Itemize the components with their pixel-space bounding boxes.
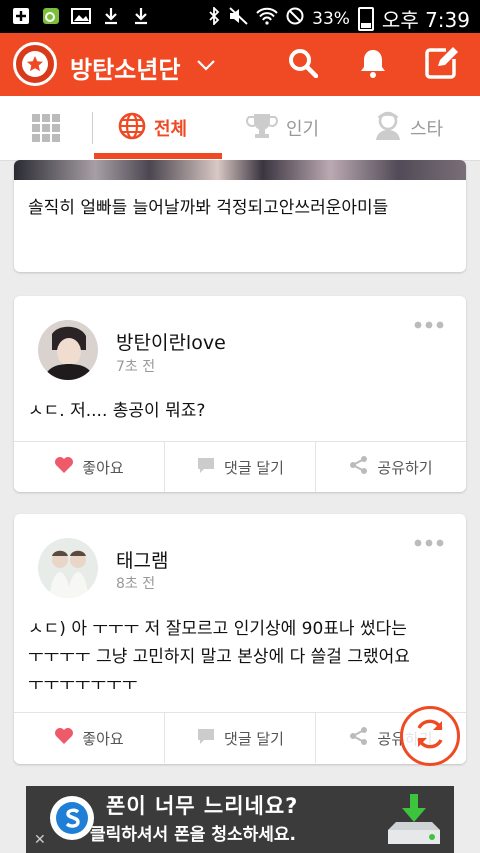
star-badge-icon xyxy=(22,51,48,77)
more-options-button[interactable] xyxy=(414,310,444,335)
add-icon xyxy=(10,6,32,26)
like-label: 좋아요 xyxy=(82,729,124,748)
compose-icon xyxy=(424,46,458,84)
app-badge-icon xyxy=(40,6,62,26)
comment-icon xyxy=(196,456,216,478)
avatar[interactable] xyxy=(38,538,98,598)
like-button[interactable]: 좋아요 xyxy=(14,713,165,763)
post-text-line: ㅅㄷ) 아 ㅜㅜㅜ 저 잘모르고 인기상에 90표나 썼다는 xyxy=(28,619,407,639)
grid-menu-button[interactable] xyxy=(32,114,60,146)
post-author[interactable]: 태그램 xyxy=(116,546,168,573)
compose-button[interactable] xyxy=(424,46,458,84)
share-icon xyxy=(349,455,369,479)
no-signal-icon xyxy=(286,7,304,30)
share-button[interactable]: 공유하기 xyxy=(316,442,466,492)
share-icon xyxy=(349,726,369,750)
globe-icon xyxy=(118,112,146,145)
search-icon xyxy=(288,48,319,82)
post-actions: 좋아요 댓글 달기 공유하기 xyxy=(14,712,466,763)
like-button[interactable]: 좋아요 xyxy=(14,442,165,492)
star-person-icon xyxy=(374,111,402,146)
cleaner-app-logo-icon xyxy=(50,796,94,840)
post-text-line: ㅜㅜㅜㅜㅜㅜㅜ xyxy=(28,675,138,695)
active-tab-indicator xyxy=(94,153,222,159)
comment-label: 댓글 달기 xyxy=(224,458,284,477)
mute-icon xyxy=(228,7,248,30)
app-bar: 방탄소년단 xyxy=(0,33,480,96)
post-card[interactable]: 솔직히 얼빠들 늘어날까봐 걱정되고안쓰러운아미들 xyxy=(14,160,466,272)
comment-label: 댓글 달기 xyxy=(224,729,284,748)
comment-button[interactable]: 댓글 달기 xyxy=(165,713,316,763)
refresh-button[interactable] xyxy=(400,706,460,766)
notifications-button[interactable] xyxy=(356,48,390,82)
avatar[interactable] xyxy=(38,320,98,380)
tab-label: 인기 xyxy=(286,119,320,140)
tab-all[interactable]: 전체 xyxy=(118,96,187,160)
refresh-icon xyxy=(412,716,448,756)
tab-star[interactable]: 스타 xyxy=(374,96,443,160)
post-actions: 좋아요 댓글 달기 공유하기 xyxy=(14,441,466,492)
download-icon xyxy=(100,6,122,26)
post-time: 7초 전 xyxy=(116,359,156,375)
heart-icon xyxy=(54,456,74,478)
more-dots-icon xyxy=(414,528,444,553)
tab-label: 스타 xyxy=(410,119,444,140)
post-text: 솔직히 얼빠들 늘어날까봐 걱정되고안쓰러운아미들 xyxy=(28,198,389,218)
comment-icon xyxy=(196,727,216,749)
community-title[interactable]: 방탄소년단 xyxy=(70,50,180,85)
trophy-icon xyxy=(246,112,278,145)
community-logo[interactable] xyxy=(13,42,57,86)
share-label: 공유하기 xyxy=(377,458,433,477)
post-time: 8초 전 xyxy=(116,576,156,592)
chevron-down-icon[interactable] xyxy=(196,57,216,76)
tab-label: 전체 xyxy=(154,119,188,140)
drive-download-icon xyxy=(384,792,444,852)
search-button[interactable] xyxy=(286,48,320,82)
ad-subline: 클릭하셔서 폰을 청소하세요. xyxy=(90,825,296,845)
post-text-line: ㅜㅜㅜㅜ 그냥 고민하지 말고 본상에 다 쓸걸 그랬어요 xyxy=(28,647,410,667)
more-dots-icon xyxy=(414,310,444,335)
post-photo[interactable] xyxy=(14,160,466,180)
wifi-icon xyxy=(256,7,278,30)
ad-banner[interactable]: 폰이 너무 느리네요? 클릭하셔서 폰을 청소하세요. ✕ xyxy=(26,786,454,853)
clock: 오후 7:39 xyxy=(381,8,470,32)
ad-close-button[interactable]: ✕ xyxy=(34,832,46,848)
post-author[interactable]: 방탄이란love xyxy=(116,328,226,355)
bell-icon xyxy=(358,47,388,83)
like-label: 좋아요 xyxy=(82,458,124,477)
tab-popular[interactable]: 인기 xyxy=(246,96,319,160)
heart-icon xyxy=(54,727,74,749)
post-text: ㅅㄷ. 저.... 총공이 뭐죠? xyxy=(28,401,206,421)
comment-button[interactable]: 댓글 달기 xyxy=(165,442,316,492)
more-options-button[interactable] xyxy=(414,528,444,553)
category-tab-bar: 전체 인기 스타 xyxy=(0,96,480,161)
tab-divider xyxy=(92,112,93,144)
battery-percent: 33% xyxy=(312,8,350,29)
grid-icon xyxy=(32,114,60,146)
status-bar: 33% 오후 7:39 xyxy=(0,0,480,33)
post-card[interactable]: 태그램 8초 전 ㅅㄷ) 아 ㅜㅜㅜ 저 잘모르고 인기상에 90표나 썼다는 … xyxy=(14,514,466,764)
battery-icon xyxy=(357,6,374,31)
ad-headline: 폰이 너무 느리네요? xyxy=(106,794,299,818)
bluetooth-icon xyxy=(208,5,220,30)
download-icon xyxy=(130,6,152,26)
image-icon xyxy=(70,6,92,26)
post-card[interactable]: 방탄이란love 7초 전 ㅅㄷ. 저.... 총공이 뭐죠? 좋아요 댓글 달… xyxy=(14,296,466,492)
